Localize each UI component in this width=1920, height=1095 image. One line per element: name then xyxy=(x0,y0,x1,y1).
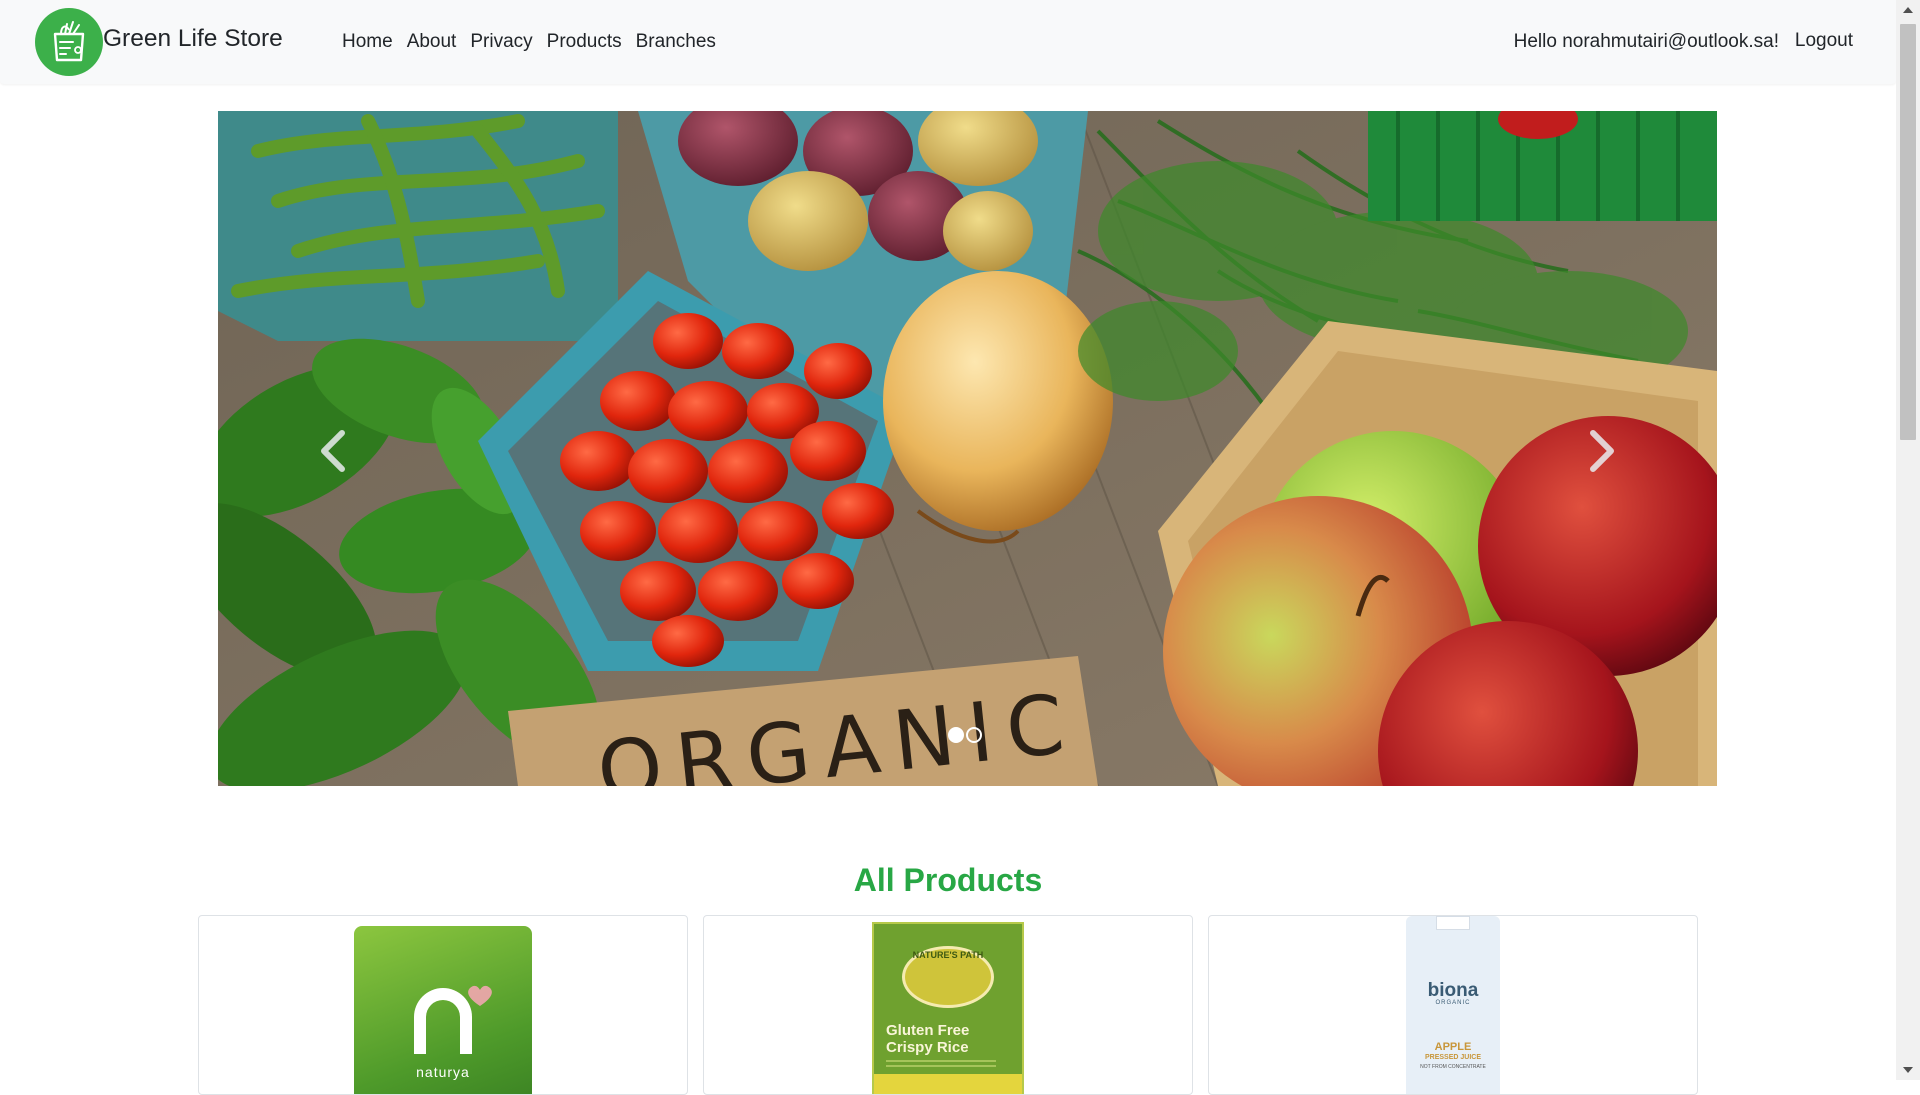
scrollbar-thumb[interactable] xyxy=(1900,24,1916,440)
product-illustration xyxy=(874,1074,1022,1094)
product-name-line2: Crispy Rice xyxy=(886,1039,969,1056)
bottle-cap xyxy=(1436,916,1470,930)
scroll-up-arrow-icon[interactable] xyxy=(1896,0,1920,20)
carousel-indicators xyxy=(948,727,982,743)
nav-links: Home About Privacy Products Branches xyxy=(342,31,730,53)
product-brand-label: NATURE'S PATH xyxy=(912,950,984,960)
product-image-natures-path[interactable]: NATURE'S PATH Gluten Free Crispy Rice xyxy=(872,922,1024,1094)
carousel-prev-button[interactable] xyxy=(293,411,373,491)
product-card[interactable]: biona ORGANIC APPLE PRESSED JUICE NOT FR… xyxy=(1208,915,1698,1095)
product-brand-label: biona xyxy=(1427,980,1479,1001)
nav-link-branches[interactable]: Branches xyxy=(636,31,716,53)
carousel-indicator-1[interactable] xyxy=(948,727,964,743)
product-card[interactable]: NATURE'S PATH Gluten Free Crispy Rice xyxy=(703,915,1193,1095)
hero-carousel: ORGANIC xyxy=(218,111,1717,786)
carousel-next-button[interactable] xyxy=(1562,411,1642,491)
organic-produce-image: ORGANIC xyxy=(218,111,1717,786)
product-flavor-label: APPLE xyxy=(1434,1041,1472,1053)
logout-link[interactable]: Logout xyxy=(1795,30,1853,52)
chevron-right-icon xyxy=(1590,430,1614,472)
user-greeting: Hello norahmutairi@outlook.sa! xyxy=(1513,31,1779,52)
product-card[interactable]: naturya xyxy=(198,915,688,1095)
product-desc-label: PRESSED JUICE xyxy=(1424,1054,1482,1061)
navbar: Green Life Store Home About Privacy Prod… xyxy=(0,0,1896,84)
nav-link-privacy[interactable]: Privacy xyxy=(470,31,532,53)
product-image-naturya[interactable]: naturya xyxy=(354,926,532,1094)
page-scrollbar[interactable] xyxy=(1896,0,1920,1080)
nav-link-products[interactable]: Products xyxy=(547,31,622,53)
product-note-label: NOT FROM CONCENTRATE xyxy=(1420,1064,1486,1070)
product-brand-label: naturya xyxy=(416,1064,470,1080)
product-fine-print xyxy=(886,1060,996,1072)
product-name-line1: Gluten Free xyxy=(886,1022,970,1039)
product-sub-label: ORGANIC xyxy=(1435,1000,1471,1006)
section-title-all-products: All Products xyxy=(853,862,1043,898)
product-name-label: Gluten Free Crispy Rice xyxy=(886,1022,969,1056)
chevron-left-icon xyxy=(321,430,345,472)
naturya-logo xyxy=(414,988,472,1054)
scroll-down-arrow-icon[interactable] xyxy=(1896,1060,1920,1080)
nav-link-about[interactable]: About xyxy=(407,31,457,53)
product-image-biona[interactable]: biona ORGANIC APPLE PRESSED JUICE NOT FR… xyxy=(1406,916,1500,1094)
carousel-indicator-2[interactable] xyxy=(966,727,982,743)
brand-name[interactable]: Green Life Store xyxy=(103,25,283,53)
nav-link-home[interactable]: Home xyxy=(342,31,393,53)
store-logo[interactable] xyxy=(35,8,103,76)
shopping-bag-icon xyxy=(53,21,85,62)
heart-icon xyxy=(468,985,492,1006)
